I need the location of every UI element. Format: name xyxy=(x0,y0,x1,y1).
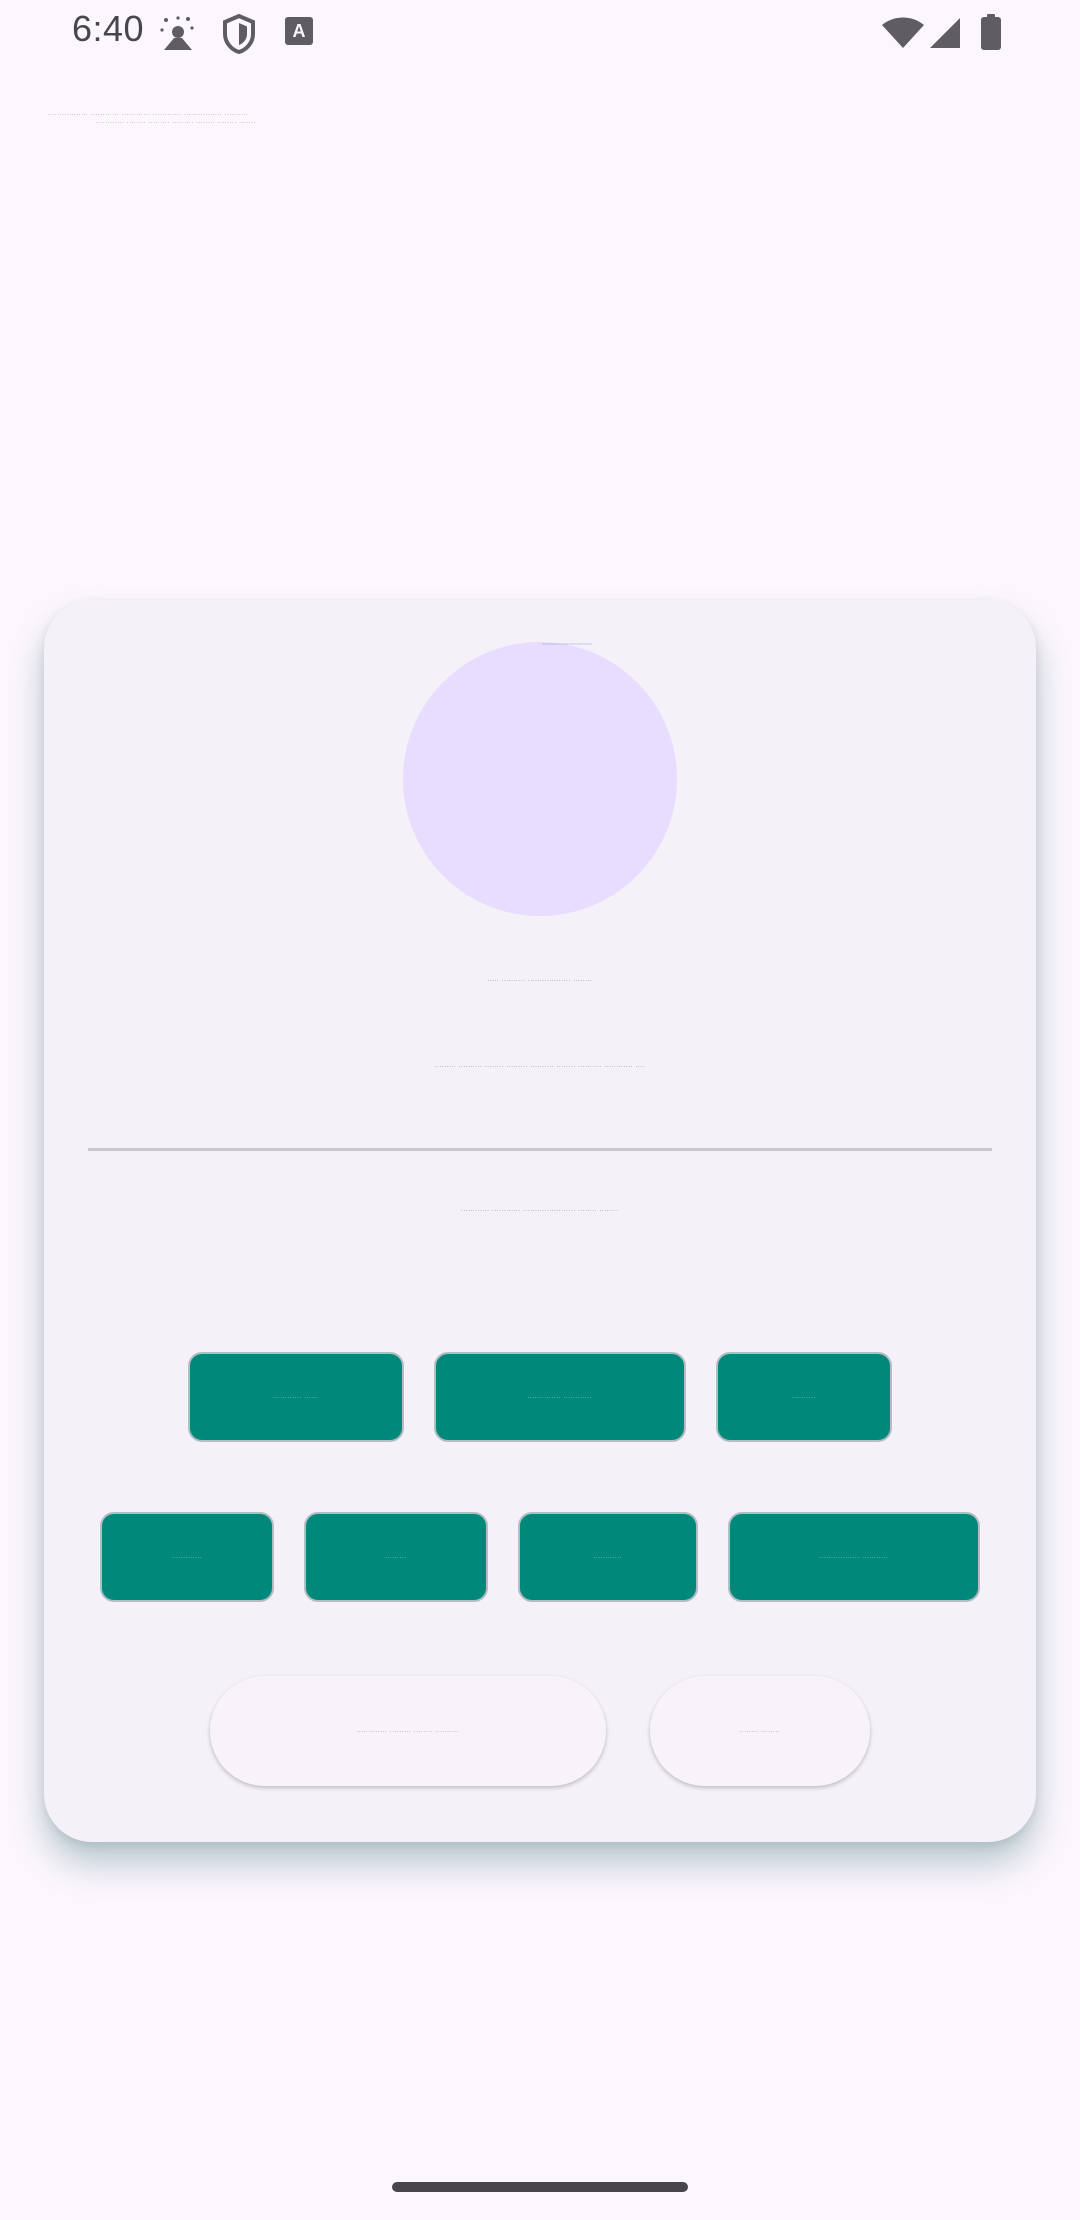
shield-icon xyxy=(222,14,256,54)
action-button-3[interactable]: .......... xyxy=(716,1352,892,1442)
header-line-2: ............ ........ ......... ........… xyxy=(96,119,257,125)
signal-icon xyxy=(928,16,962,50)
home-indicator[interactable] xyxy=(392,2182,688,2192)
action-button-5[interactable]: ......... xyxy=(304,1512,488,1602)
avatar[interactable] xyxy=(403,642,677,916)
profile-detail: ......... .......... ........ ......... … xyxy=(434,1063,646,1069)
status-bar: 6:40 A xyxy=(0,0,1080,66)
status-time: 6:40 xyxy=(72,8,145,49)
secondary-pill-button[interactable]: ........ ........ xyxy=(650,1676,870,1786)
action-button-6[interactable]: ............ xyxy=(518,1512,698,1602)
profile-name: ..... .......... .................. ....… xyxy=(487,977,593,983)
profile-card: ~~~~~~~~~~~~~~~~~ ..... .......... .....… xyxy=(44,600,1036,1842)
svg-text:A: A xyxy=(293,21,306,41)
avatar-caption: ~~~~~~~~~~~~~~~~~ xyxy=(542,642,592,648)
battery-icon xyxy=(980,14,1002,50)
action-button-1[interactable]: ............ ...... xyxy=(188,1352,404,1442)
action-button-4[interactable]: ............. xyxy=(100,1512,274,1602)
wifi-icon xyxy=(880,16,926,50)
header-line-1: ................. ............ .........… xyxy=(48,111,249,117)
primary-pill-button[interactable]: ............. ......... ........ .......… xyxy=(210,1676,606,1786)
action-button-7[interactable]: ................. ........... xyxy=(728,1512,980,1602)
keyboard-a-icon: A xyxy=(284,14,314,48)
profile-status: ............ ............ ..............… xyxy=(461,1207,619,1213)
divider xyxy=(88,1148,992,1151)
action-button-2[interactable]: .............. ............ xyxy=(434,1352,686,1442)
weather-icon xyxy=(158,14,198,54)
header-text: ................. ............ .........… xyxy=(48,110,668,126)
